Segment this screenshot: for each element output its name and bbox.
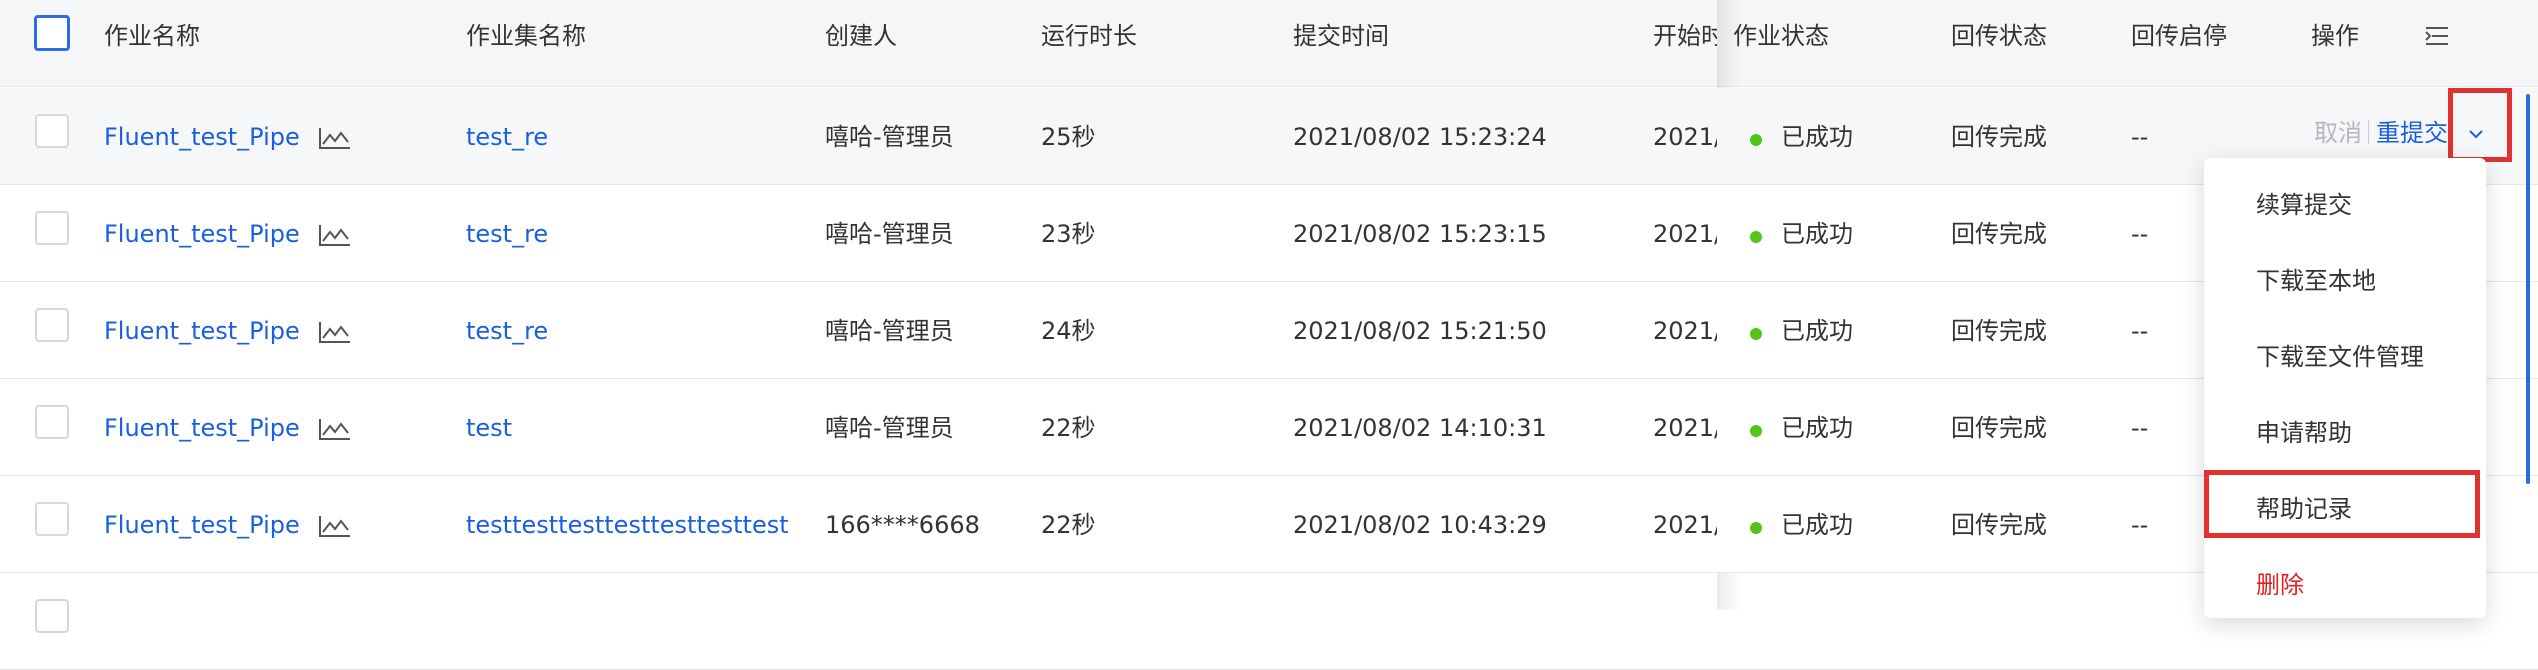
col-header-submit-time[interactable]: 提交时间: [1293, 22, 1389, 50]
cancel-button[interactable]: 取消: [2314, 118, 2362, 148]
creator-cell: 嘻哈-管理员: [825, 220, 954, 248]
more-actions-highlight: [2448, 88, 2512, 162]
menu-item-request-help[interactable]: 申请帮助: [2256, 418, 2352, 448]
more-actions-menu: 续算提交 下载至本地 下载至文件管理 申请帮助 帮助记录 删除: [2204, 158, 2486, 618]
row-checkbox[interactable]: [35, 405, 69, 439]
job-name-link[interactable]: Fluent_test_Pipe: [104, 219, 300, 249]
row-checkbox[interactable]: [35, 211, 69, 245]
col-header-return-status[interactable]: 回传状态: [1951, 22, 2047, 50]
line-chart-icon[interactable]: [318, 514, 352, 538]
return-status-cell: 回传完成: [1951, 220, 2047, 248]
start-time-cell: 2021/: [1653, 220, 1717, 248]
return-toggle-cell: --: [2131, 511, 2149, 539]
submit-time-cell: 2021/08/02 14:10:31: [1293, 414, 1547, 442]
return-status-cell: 回传完成: [1951, 511, 2047, 539]
col-header-start-time[interactable]: 开始时间: [1653, 22, 1717, 50]
job-status-cell: 已成功: [1781, 317, 1853, 345]
operation-divider: [2368, 120, 2369, 144]
job-name-link[interactable]: Fluent_test_Pipe: [104, 122, 300, 152]
col-header-jobset-name[interactable]: 作业集名称: [466, 22, 586, 50]
line-chart-icon[interactable]: [318, 223, 352, 247]
return-toggle-cell: --: [2131, 220, 2149, 248]
start-time-cell: 2021/: [1653, 414, 1717, 442]
list-settings-icon[interactable]: [2424, 24, 2450, 48]
job-name-link[interactable]: Fluent_test_Pipe: [104, 510, 300, 540]
success-status-dot: [1750, 425, 1762, 437]
success-status-dot: [1750, 134, 1762, 146]
submit-time-cell: 2021/08/02 10:43:29: [1293, 511, 1547, 539]
return-toggle-cell: --: [2131, 317, 2149, 345]
submit-time-cell: 2021/08/02 15:23:24: [1293, 123, 1547, 151]
menu-item-download-local[interactable]: 下载至本地: [2256, 266, 2376, 296]
col-header-return-toggle[interactable]: 回传启停: [2131, 22, 2227, 50]
row-checkbox[interactable]: [35, 114, 69, 148]
jobset-name-link[interactable]: test_re: [466, 219, 548, 249]
return-status-cell: 回传完成: [1951, 414, 2047, 442]
line-chart-icon[interactable]: [318, 417, 352, 441]
scrollbar[interactable]: [2526, 94, 2530, 484]
creator-cell: 166****6668: [825, 511, 980, 539]
start-time-cell: 2021/: [1653, 317, 1717, 345]
row-checkbox[interactable]: [35, 308, 69, 342]
job-status-cell: 已成功: [1781, 123, 1853, 151]
return-toggle-cell: --: [2131, 414, 2149, 442]
creator-cell: 嘻哈-管理员: [825, 317, 954, 345]
creator-cell: 嘻哈-管理员: [825, 123, 954, 151]
jobset-name-link[interactable]: test: [466, 413, 512, 443]
start-time-cell: 2021/: [1653, 123, 1717, 151]
success-status-dot: [1750, 522, 1762, 534]
jobset-name-link[interactable]: testtesttesttesttesttesttest: [466, 510, 789, 540]
help-records-highlight: [2204, 470, 2480, 538]
duration-cell: 22秒: [1041, 511, 1096, 539]
return-toggle-cell: --: [2131, 123, 2149, 151]
job-status-cell: 已成功: [1781, 414, 1853, 442]
success-status-dot: [1750, 231, 1762, 243]
job-status-cell: 已成功: [1781, 220, 1853, 248]
col-header-job-status[interactable]: 作业状态: [1733, 22, 1829, 50]
submit-time-cell: 2021/08/02 15:21:50: [1293, 317, 1547, 345]
menu-item-download-file-management[interactable]: 下载至文件管理: [2256, 342, 2424, 372]
start-time-cell: 2021/: [1653, 511, 1717, 539]
job-status-cell: 已成功: [1781, 511, 1853, 539]
duration-cell: 23秒: [1041, 220, 1096, 248]
resubmit-button[interactable]: 重提交: [2376, 118, 2448, 148]
col-header-duration[interactable]: 运行时长: [1041, 22, 1137, 50]
return-status-cell: 回传完成: [1951, 123, 2047, 151]
menu-item-continue-submit[interactable]: 续算提交: [2256, 190, 2352, 220]
success-status-dot: [1750, 328, 1762, 340]
return-status-cell: 回传完成: [1951, 317, 2047, 345]
col-header-operation: 操作: [2311, 22, 2359, 50]
job-name-link[interactable]: Fluent_test_Pipe: [104, 316, 300, 346]
creator-cell: 嘻哈-管理员: [825, 414, 954, 442]
submit-time-cell: 2021/08/02 15:23:15: [1293, 220, 1547, 248]
row-checkbox[interactable]: [35, 599, 69, 633]
duration-cell: 24秒: [1041, 317, 1096, 345]
line-chart-icon[interactable]: [318, 126, 352, 150]
menu-item-delete[interactable]: 删除: [2256, 570, 2304, 600]
select-all-checkbox[interactable]: [34, 15, 70, 51]
row-checkbox[interactable]: [35, 502, 69, 536]
line-chart-icon[interactable]: [318, 320, 352, 344]
col-header-job-name[interactable]: 作业名称: [104, 22, 200, 50]
duration-cell: 25秒: [1041, 123, 1096, 151]
jobset-name-link[interactable]: test_re: [466, 316, 548, 346]
duration-cell: 22秒: [1041, 414, 1096, 442]
col-header-creator[interactable]: 创建人: [825, 22, 897, 50]
jobset-name-link[interactable]: test_re: [466, 122, 548, 152]
job-name-link[interactable]: Fluent_test_Pipe: [104, 413, 300, 443]
